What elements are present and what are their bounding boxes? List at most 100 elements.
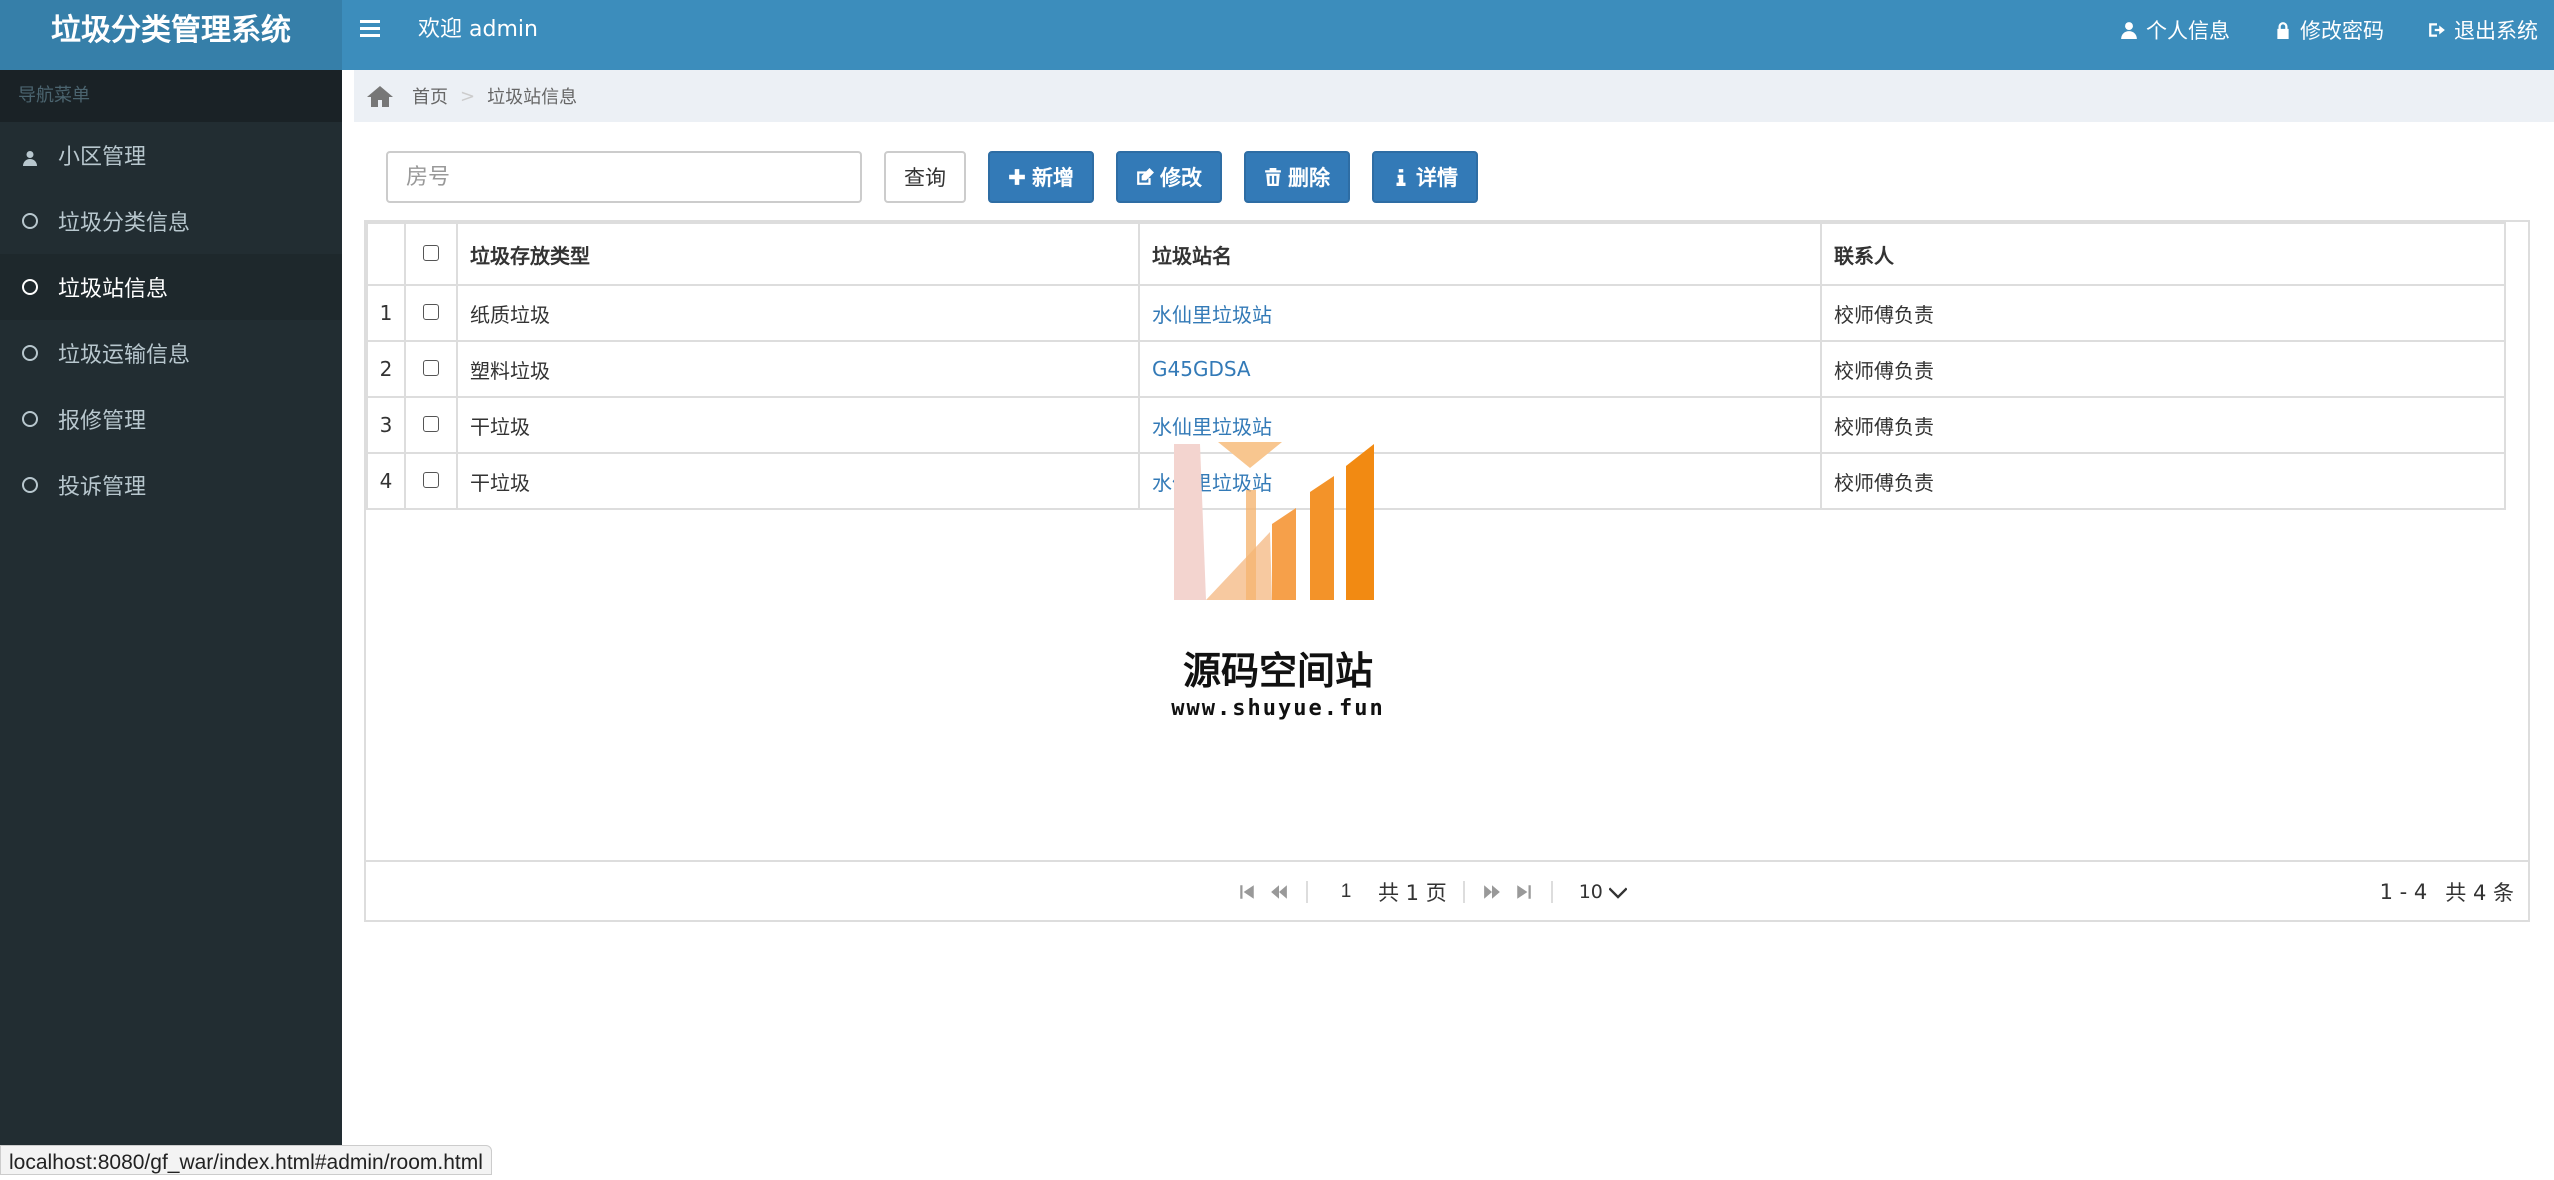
toolbar: 查询 新增 修改 删除 详情	[386, 150, 1478, 204]
info-icon	[1396, 169, 1406, 186]
page-size-value: 10	[1578, 881, 1603, 903]
user-icon	[22, 147, 38, 166]
logout-label: 退出系统	[2454, 19, 2538, 43]
select-all-checkbox[interactable]	[423, 245, 439, 261]
cell-type: 干垃圾	[456, 396, 1140, 454]
sidebar-item-station[interactable]: 垃圾站信息	[0, 254, 342, 320]
sidebar-item-transport[interactable]: 垃圾运输信息	[0, 320, 342, 386]
cell-type: 干垃圾	[456, 452, 1140, 510]
sidebar-item-label: 报修管理	[58, 409, 147, 434]
row-number-header	[366, 222, 406, 286]
delete-label: 删除	[1288, 166, 1330, 190]
previous-page-icon[interactable]	[1268, 881, 1290, 903]
query-button[interactable]: 查询	[884, 151, 966, 203]
breadcrumb: 首页 > 垃圾站信息	[354, 70, 2554, 122]
row-checkbox[interactable]	[423, 304, 439, 320]
sidebar: 导航菜单 小区管理 垃圾分类信息 垃圾站信息 垃圾运输信息 报修管理 投诉管理	[0, 70, 342, 1170]
circle-icon	[22, 213, 38, 229]
search-input[interactable]	[386, 151, 862, 203]
row-checkbox-cell	[404, 284, 458, 342]
circle-icon	[22, 345, 38, 361]
chevron-down-icon	[1608, 887, 1627, 899]
breadcrumb-current: 垃圾站信息	[487, 87, 578, 108]
change-password-link[interactable]: 修改密码	[2274, 15, 2384, 45]
pagination-summary: 1 - 4 共 4 条	[2380, 862, 2514, 922]
main-content: 首页 > 垃圾站信息 查询 新增 修改 删除 详情 垃圾存放类型	[342, 70, 2554, 1170]
cell-station-link[interactable]: G45GDSA	[1138, 340, 1822, 398]
home-icon[interactable]	[366, 83, 394, 109]
app-title[interactable]: 垃圾分类管理系统	[0, 0, 342, 70]
row-number: 4	[366, 452, 406, 510]
watermark-title: 源码空间站	[1182, 649, 1373, 693]
pager-divider	[1462, 881, 1465, 903]
cell-contact: 校师傅负责	[1820, 396, 2506, 454]
profile-label: 个人信息	[2146, 19, 2230, 43]
sidebar-item-label: 小区管理	[58, 145, 147, 170]
sidebar-toggle-icon[interactable]	[356, 16, 386, 46]
pagination-bar: 共 1 页 10 1 - 4 共 4 条	[366, 860, 2528, 920]
table-row[interactable]: 4 干垃圾 水仙里垃圾站 校师傅负责	[366, 452, 2506, 510]
table-row[interactable]: 1 纸质垃圾 水仙里垃圾站 校师傅负责	[366, 284, 2506, 342]
select-all-cell	[404, 222, 458, 286]
row-checkbox[interactable]	[423, 360, 439, 376]
edit-button[interactable]: 修改	[1116, 151, 1222, 203]
column-header-type[interactable]: 垃圾存放类型	[456, 222, 1140, 286]
circle-icon	[22, 279, 38, 295]
record-range: 1 - 4	[2379, 880, 2428, 904]
cell-contact: 校师傅负责	[1820, 340, 2506, 398]
row-number: 1	[366, 284, 406, 342]
pager-divider	[1550, 881, 1553, 903]
change-password-label: 修改密码	[2300, 19, 2384, 43]
breadcrumb-home[interactable]: 首页	[412, 83, 448, 109]
sidebar-item-label: 垃圾站信息	[58, 277, 169, 302]
delete-button[interactable]: 删除	[1244, 151, 1350, 203]
column-header-contact[interactable]: 联系人	[1820, 222, 2506, 286]
row-checkbox-cell	[404, 396, 458, 454]
last-page-icon[interactable]	[1513, 881, 1535, 903]
next-page-icon[interactable]	[1481, 881, 1503, 903]
detail-label: 详情	[1416, 166, 1458, 190]
watermark-logo	[1174, 442, 1374, 600]
sidebar-item-label: 垃圾运输信息	[58, 343, 191, 368]
lock-icon	[2277, 22, 2289, 39]
first-page-icon[interactable]	[1236, 881, 1258, 903]
table-row[interactable]: 3 干垃圾 水仙里垃圾站 校师傅负责	[366, 396, 2506, 454]
row-checkbox[interactable]	[423, 472, 439, 488]
sidebar-item-classification[interactable]: 垃圾分类信息	[0, 188, 342, 254]
cell-station-link[interactable]: 水仙里垃圾站	[1138, 284, 1822, 342]
row-checkbox[interactable]	[423, 416, 439, 432]
breadcrumb-separator: >	[460, 85, 476, 107]
trash-icon	[1265, 168, 1281, 186]
top-header: 垃圾分类管理系统 欢迎 admin 个人信息 修改密码 退出系统	[0, 0, 2554, 70]
sidebar-item-repair[interactable]: 报修管理	[0, 386, 342, 452]
row-number: 2	[366, 340, 406, 398]
user-icon	[2121, 22, 2137, 39]
edit-icon	[1137, 168, 1154, 185]
row-checkbox-cell	[404, 340, 458, 398]
circle-icon	[22, 411, 38, 427]
add-button[interactable]: 新增	[988, 151, 1094, 203]
sidebar-item-label: 垃圾分类信息	[58, 211, 191, 236]
row-checkbox-cell	[404, 452, 458, 510]
cell-type: 塑料垃圾	[456, 340, 1140, 398]
sidebar-item-complaint[interactable]: 投诉管理	[0, 452, 342, 518]
sidebar-item-community[interactable]: 小区管理	[0, 122, 342, 188]
add-label: 新增	[1032, 166, 1074, 190]
cell-contact: 校师傅负责	[1820, 452, 2506, 510]
plus-icon	[1009, 169, 1025, 185]
table-row[interactable]: 2 塑料垃圾 G45GDSA 校师傅负责	[366, 340, 2506, 398]
cell-contact: 校师傅负责	[1820, 284, 2506, 342]
page-size-select[interactable]: 10	[1579, 881, 1627, 903]
detail-button[interactable]: 详情	[1372, 151, 1478, 203]
edit-label: 修改	[1160, 166, 1202, 190]
profile-link[interactable]: 个人信息	[2120, 15, 2230, 45]
table-header-row: 垃圾存放类型 垃圾站名 联系人	[366, 222, 2506, 286]
logout-link[interactable]: 退出系统	[2428, 15, 2538, 45]
column-header-station[interactable]: 垃圾站名	[1138, 222, 1822, 286]
nav-header: 导航菜单	[0, 70, 342, 122]
row-number: 3	[366, 396, 406, 454]
circle-icon	[22, 477, 38, 493]
page-number-input[interactable]	[1324, 879, 1368, 905]
cell-type: 纸质垃圾	[456, 284, 1140, 342]
pager-divider	[1306, 881, 1308, 903]
